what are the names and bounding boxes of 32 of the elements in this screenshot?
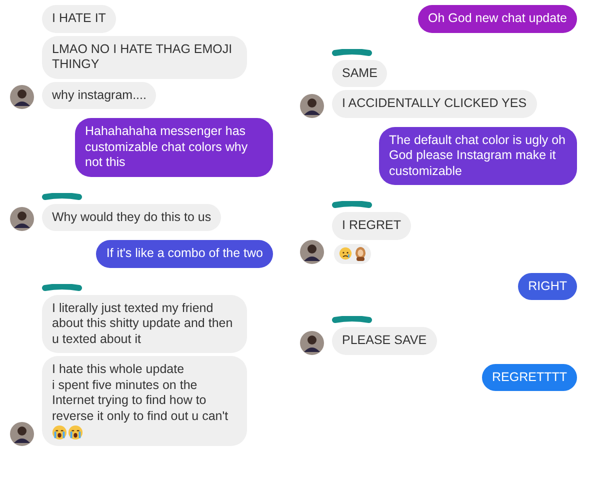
avatar[interactable]: [10, 422, 34, 446]
redaction-mark: [332, 316, 372, 324]
message-bubble: PLEASE SAVE: [332, 327, 437, 354]
message-bubble: The default chat color is ugly oh God please Instagram make it customizable: [379, 126, 577, 185]
message-bubble: I literally just texted my friend about this shitty update and then u texted about it: [42, 294, 247, 353]
crying-face-icon: [68, 425, 83, 440]
message-bubble: why instagram....: [42, 82, 156, 109]
message-bubble: REGRETTTT: [482, 364, 577, 391]
sad-face-icon: [339, 247, 352, 260]
reaction-pill[interactable]: [334, 244, 371, 264]
redaction-mark: [332, 48, 372, 56]
message-bubble: I HATE IT: [42, 5, 116, 32]
avatar[interactable]: [300, 240, 324, 264]
message-bubble: Hahahahaha messenger has customizable chat colors why not this: [75, 118, 273, 176]
avatar[interactable]: [10, 207, 34, 231]
redaction-mark: [42, 284, 82, 292]
message-bubble: I REGRET: [332, 212, 412, 240]
avatar[interactable]: [300, 94, 324, 118]
crying-face-icon: [52, 425, 67, 440]
person-icon: [355, 246, 366, 260]
message-bubble: Why would they do this to us: [42, 204, 222, 231]
redaction-mark: [332, 201, 372, 209]
message-bubble: Oh God new chat update: [418, 5, 577, 32]
message-bubble: LMAO NO I HATE THAG EMOJI THINGY: [42, 36, 247, 78]
message-bubble: If it's like a combo of the two: [96, 240, 273, 268]
avatar[interactable]: [10, 85, 34, 109]
message-bubble: SAME: [332, 60, 388, 87]
redaction-mark: [42, 192, 82, 200]
message-bubble: RIGHT: [518, 272, 577, 300]
avatar[interactable]: [300, 330, 324, 354]
message-bubble: I ACCIDENTALLY CLICKED YES: [332, 90, 537, 118]
message-bubble: I hate this whole update i spent five minutes on the Internet trying to find how to reverse it only to find out u can't: [42, 356, 247, 446]
